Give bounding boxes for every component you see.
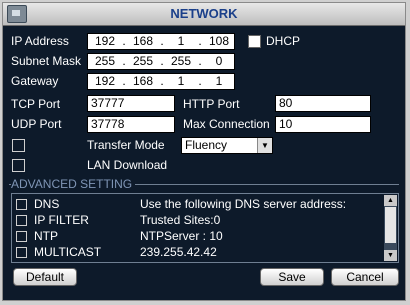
save-button[interactable]: Save	[260, 268, 324, 286]
gateway-octet-3[interactable]: 1	[167, 74, 195, 89]
octet-dot: .	[160, 34, 164, 48]
row-name: DNS	[34, 197, 60, 211]
octet-dot: .	[198, 54, 202, 68]
list-item[interactable]: NTP NTPServer : 10	[12, 229, 382, 244]
row-name: IP FILTER	[34, 213, 89, 227]
row-name: NTP	[34, 229, 58, 243]
scrollbar[interactable]: ▲ ▼	[384, 195, 397, 261]
gateway-octet-2[interactable]: 168	[129, 74, 157, 89]
transfer-mode-checkbox[interactable]	[12, 139, 25, 152]
octet-dot: .	[122, 34, 126, 48]
advanced-setting-title: ADVANCED SETTING	[11, 177, 136, 191]
row-value: NTPServer : 10	[140, 229, 223, 243]
chevron-down-icon[interactable]: ▼	[257, 138, 272, 153]
tcp-port-input[interactable]: 37777	[87, 95, 175, 112]
octet-dot: .	[198, 34, 202, 48]
ip-octet-3[interactable]: 1	[167, 34, 195, 49]
ip-address-input[interactable]: 192. 168. 1. 108	[87, 33, 235, 50]
scroll-thumb[interactable]	[385, 207, 396, 243]
list-item[interactable]: IP FILTER Trusted Sites:0	[12, 213, 382, 228]
subnet-octet-2[interactable]: 255	[129, 54, 157, 69]
octet-dot: .	[122, 54, 126, 68]
ip-octet-2[interactable]: 168	[129, 34, 157, 49]
octet-dot: .	[160, 54, 164, 68]
window-title: NETWORK	[170, 6, 238, 21]
tcp-port-label: TCP Port	[11, 97, 61, 111]
subnet-mask-input[interactable]: 255. 255. 255. 0	[87, 53, 235, 70]
row-value: Trusted Sites:0	[140, 213, 221, 227]
network-window: NETWORK IP Address 192. 168. 1. 108 DHCP…	[2, 2, 406, 301]
list-item[interactable]: MULTICAST 239.255.42.42	[12, 245, 382, 260]
row-checkbox[interactable]	[16, 199, 27, 210]
octet-dot: .	[198, 74, 202, 88]
udp-port-label: UDP Port	[11, 117, 62, 131]
transfer-mode-value: Fluency	[185, 138, 228, 152]
gateway-octet-4[interactable]: 1	[205, 74, 233, 89]
http-port-input[interactable]: 80	[275, 95, 371, 112]
scroll-down-icon[interactable]: ▼	[384, 250, 397, 261]
subnet-octet-3[interactable]: 255	[167, 54, 195, 69]
octet-dot: .	[122, 74, 126, 88]
lan-download-label: LAN Download	[87, 158, 168, 172]
transfer-mode-select[interactable]: Fluency ▼	[181, 137, 273, 154]
subnet-octet-4[interactable]: 0	[205, 54, 233, 69]
default-button[interactable]: Default	[13, 268, 77, 286]
row-checkbox[interactable]	[16, 247, 27, 258]
octet-dot: .	[160, 74, 164, 88]
udp-port-input[interactable]: 37778	[87, 116, 175, 133]
max-connection-input[interactable]: 10	[275, 116, 371, 133]
row-value: 239.255.42.42	[140, 245, 217, 259]
lan-download-checkbox[interactable]	[12, 159, 25, 172]
title-bar: NETWORK	[3, 3, 405, 26]
row-checkbox[interactable]	[16, 231, 27, 242]
ip-octet-4[interactable]: 108	[205, 34, 233, 49]
list-item[interactable]: DNS Use the following DNS server address…	[12, 197, 382, 212]
gateway-input[interactable]: 192. 168. 1. 1	[87, 73, 235, 90]
gateway-octet-1[interactable]: 192	[91, 74, 119, 89]
ip-octet-1[interactable]: 192	[91, 34, 119, 49]
gateway-label: Gateway	[11, 74, 59, 88]
subnet-mask-label: Subnet Mask	[11, 54, 82, 68]
scroll-up-icon[interactable]: ▲	[384, 195, 397, 206]
ip-address-label: IP Address	[11, 34, 69, 48]
row-name: MULTICAST	[34, 245, 102, 259]
transfer-mode-label: Transfer Mode	[87, 138, 165, 152]
http-port-label: HTTP Port	[183, 97, 240, 111]
cancel-button[interactable]: Cancel	[331, 268, 399, 286]
subnet-octet-1[interactable]: 255	[91, 54, 119, 69]
row-value: Use the following DNS server address:	[140, 197, 347, 211]
dhcp-label: DHCP	[266, 34, 301, 48]
max-connection-label: Max Connection	[183, 117, 270, 131]
advanced-list: DNS Use the following DNS server address…	[11, 193, 399, 263]
dhcp-checkbox[interactable]	[248, 35, 261, 48]
row-checkbox[interactable]	[16, 215, 27, 226]
